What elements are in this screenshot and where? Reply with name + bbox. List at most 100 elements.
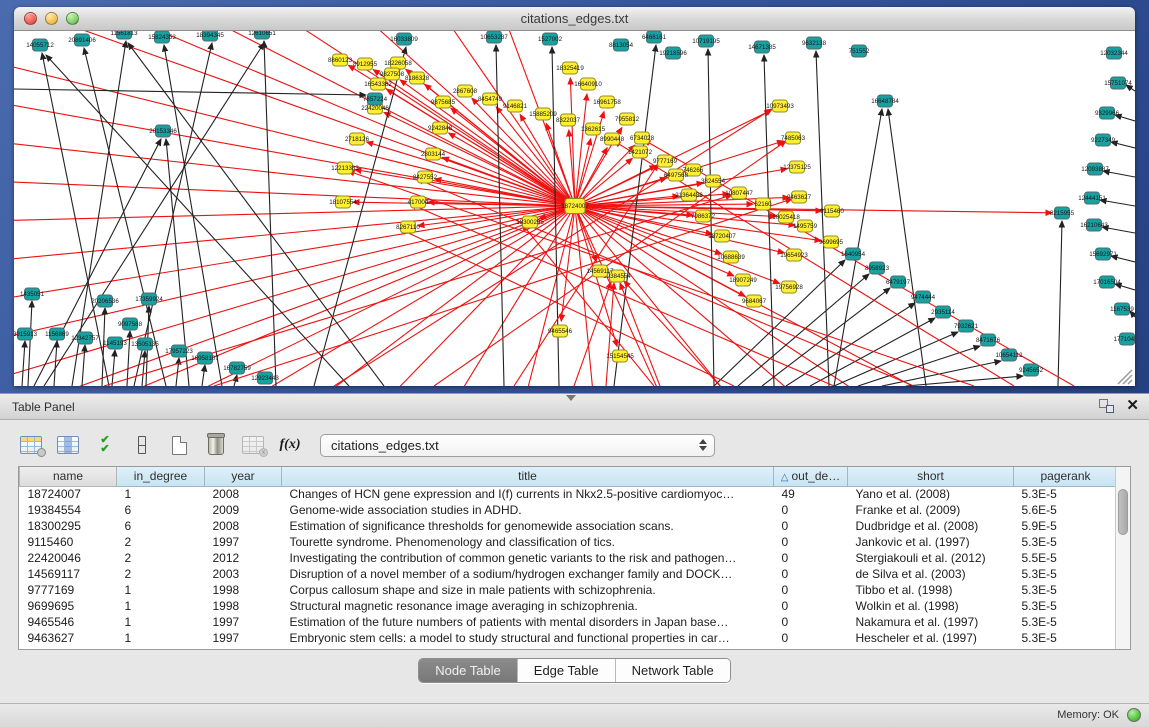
graph-node-label: 12213383 xyxy=(331,165,359,172)
table-scrollbar[interactable] xyxy=(1115,467,1130,649)
graph-node-label: 8990448 xyxy=(600,136,625,143)
tab-node-table[interactable]: Node Table xyxy=(419,659,518,682)
resize-grip-icon[interactable] xyxy=(1118,370,1132,384)
dropdown-arrows-icon xyxy=(699,439,707,451)
table-row[interactable]: 1830029562008Estimation of significance … xyxy=(20,518,1118,534)
graph-node-label: 6466161 xyxy=(642,34,667,41)
graph-node-label: 16640910 xyxy=(574,81,602,88)
graph-node-label: 20153346 xyxy=(149,128,177,135)
graph-node-label: 1167539 xyxy=(1110,306,1134,313)
table-cell: Estimation of the future numbers of pati… xyxy=(282,614,774,630)
graph-node-label: 7485063 xyxy=(781,135,806,142)
table-cell: 2009 xyxy=(205,502,282,518)
graph-node-label: 1145193 xyxy=(103,340,127,347)
graph-node-label: 12375125 xyxy=(783,164,811,171)
close-panel-icon[interactable]: ✕ xyxy=(1126,399,1139,413)
table-cell: Investigating the contribution of common… xyxy=(282,550,774,566)
scrollbar-thumb[interactable] xyxy=(1118,489,1128,535)
table-cell: 0 xyxy=(774,518,848,534)
graph-node-label: 17957223 xyxy=(165,348,193,355)
table-cell: 1 xyxy=(117,486,205,502)
table-row[interactable]: 977716911998Corpus callosum shape and si… xyxy=(20,582,1118,598)
graph-node-label: 8813054 xyxy=(609,42,634,49)
splitter-handle-icon[interactable] xyxy=(566,395,576,401)
table-cell: 2012 xyxy=(205,550,282,566)
tab-edge-table[interactable]: Edge Table xyxy=(518,659,616,682)
graph-node-label: 8427552 xyxy=(413,174,438,181)
graph-node-label: 62160 xyxy=(754,201,772,208)
memory-status-label: Memory: OK xyxy=(1057,709,1119,721)
column-header-short[interactable]: short xyxy=(848,467,1014,486)
table-cell: 0 xyxy=(774,550,848,566)
window-titlebar[interactable]: citations_edges.txt xyxy=(14,7,1135,31)
graph-node-label: 10688639 xyxy=(717,254,745,261)
table-mode-icon[interactable] xyxy=(18,433,44,457)
table-cell: Dudbridge et al. (2008) xyxy=(848,518,1014,534)
graph-node-label: 12923443 xyxy=(251,375,279,382)
graph-node-label: 21364436 xyxy=(675,192,703,199)
table-row[interactable]: 2242004622012Investigating the contribut… xyxy=(20,550,1118,566)
select-rows-icon[interactable]: ✔✔ xyxy=(92,433,118,457)
table-row[interactable]: 911546021997Tourette syndrome. Phenomeno… xyxy=(20,534,1118,550)
table-row[interactable]: 946554611997Estimation of the future num… xyxy=(20,614,1118,630)
table-cell: 0 xyxy=(774,502,848,518)
table-row[interactable]: 969969511998Structural magnetic resonanc… xyxy=(20,598,1118,614)
column-header-in_degree[interactable]: in_degree xyxy=(117,467,205,486)
graph-node-label: 16961758 xyxy=(593,99,621,106)
graph-node-label: 6734028 xyxy=(630,135,655,142)
graph-node-label: 15154545 xyxy=(606,353,634,360)
tab-network-table[interactable]: Network Table xyxy=(616,659,730,682)
table-cell: 49 xyxy=(774,486,848,502)
graph-node-label: 8912955 xyxy=(353,61,378,68)
table-row[interactable]: 946362711997Embryonic stem cells: a mode… xyxy=(20,630,1118,646)
table-cell: 2008 xyxy=(205,486,282,502)
float-panel-icon[interactable] xyxy=(1099,399,1114,413)
table-cell: 9465546 xyxy=(20,614,117,630)
column-header-name[interactable]: name xyxy=(20,467,117,486)
graph-node-label: 7857224 xyxy=(363,96,388,103)
graph-node-label: 12610651 xyxy=(248,31,276,37)
graph-node-label: 8267110 xyxy=(396,224,420,231)
table-cell: 1998 xyxy=(205,582,282,598)
table-row[interactable]: 1938455462009Genome-wide association stu… xyxy=(20,502,1118,518)
graph-node-label: 9329966 xyxy=(1095,110,1120,117)
column-header-out_de[interactable]: △out_de… xyxy=(774,467,848,486)
network-canvas[interactable]: 1872400788601238912955182260589827508818… xyxy=(14,31,1135,386)
table-cell: Changes of HCN gene expression and I(f) … xyxy=(282,486,774,502)
graph-node-label: 9827508 xyxy=(380,71,405,78)
network-internal-frame: citations_edges.txt 18724007886012389129… xyxy=(14,7,1135,386)
table-row[interactable]: 1872400712008Changes of HCN gene express… xyxy=(20,486,1118,502)
table-cell: 0 xyxy=(774,534,848,550)
table-row[interactable]: 1456911722003Disruption of a novel membe… xyxy=(20,566,1118,582)
table-cell: 9115460 xyxy=(20,534,117,550)
table-cell: 5.9E-5 xyxy=(1014,518,1118,534)
minimize-window-button[interactable] xyxy=(45,12,58,25)
column-header-title[interactable]: title xyxy=(282,467,774,486)
import-table-icon[interactable]: x xyxy=(240,433,266,457)
graph-node-label: 10807447 xyxy=(725,190,753,197)
delete-table-icon[interactable] xyxy=(203,433,229,457)
graph-node-label: 1435051 xyxy=(20,291,45,298)
graph-node-label: 16648784 xyxy=(871,98,899,105)
function-builder-icon[interactable]: f(x) xyxy=(277,433,303,457)
memory-status-icon[interactable] xyxy=(1127,708,1141,722)
table-cell: 1997 xyxy=(205,614,282,630)
close-window-button[interactable] xyxy=(24,12,37,25)
graph-node-label: 2935114 xyxy=(931,309,955,316)
graph-node-label: 18107554 xyxy=(329,199,357,206)
table-toolbar: ✔✔ x f(x) citations_edges.txt xyxy=(18,420,1131,466)
node-table: namein_degreeyeartitle△out_de…shortpager… xyxy=(18,466,1131,650)
new-table-icon[interactable] xyxy=(166,433,192,457)
table-cell: Structural magnetic resonance image aver… xyxy=(282,598,774,614)
column-header-pagerank[interactable]: pagerank xyxy=(1014,467,1118,486)
graph-node-label: 12032344 xyxy=(1100,50,1128,57)
zoom-window-button[interactable] xyxy=(66,12,79,25)
table-select-dropdown[interactable]: citations_edges.txt xyxy=(320,434,715,457)
graph-node-label: 12093887 xyxy=(1081,166,1109,173)
graph-node-label: 13505135 xyxy=(131,341,159,348)
table-cell: Stergiakouli et al. (2012) xyxy=(848,550,1014,566)
row-height-icon[interactable] xyxy=(129,433,155,457)
column-header-year[interactable]: year xyxy=(205,467,282,486)
table-cell: 18300295 xyxy=(20,518,117,534)
show-columns-icon[interactable] xyxy=(55,433,81,457)
